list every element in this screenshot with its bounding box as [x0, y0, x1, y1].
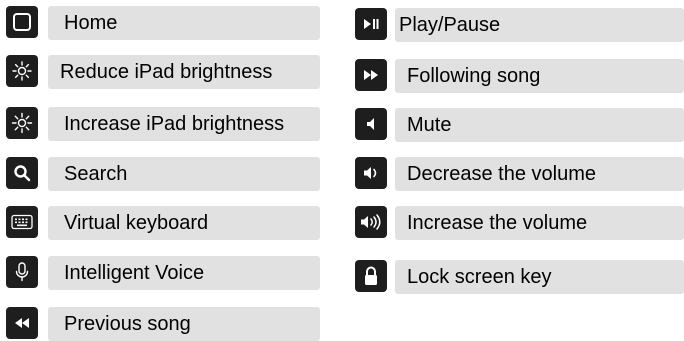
key-row-virtual-keyboard: Virtual keyboard: [6, 206, 320, 240]
rewind-icon: [6, 307, 38, 339]
key-label: Following song: [395, 59, 684, 93]
home-square-icon: [6, 6, 38, 38]
key-label: Lock screen key: [395, 260, 684, 294]
key-row-search: Search: [6, 157, 320, 191]
fast-forward-icon: [355, 59, 387, 91]
key-row-previous-song: Previous song: [6, 307, 320, 341]
key-row-reduce-brightness: Reduce iPad brightness: [6, 55, 320, 89]
search-icon: [6, 157, 38, 189]
key-label: Reduce iPad brightness: [48, 55, 320, 89]
volume-down-icon: [355, 157, 387, 189]
key-row-increase-brightness: Increase iPad brightness: [6, 107, 320, 141]
key-label: Increase iPad brightness: [48, 107, 320, 141]
key-label: Virtual keyboard: [48, 206, 320, 240]
key-row-decrease-volume: Decrease the volume: [355, 157, 684, 191]
key-label: Decrease the volume: [395, 157, 684, 191]
key-row-home: Home: [6, 6, 320, 40]
key-label: Mute: [395, 108, 684, 142]
key-row-mute: Mute: [355, 108, 684, 142]
brightness-up-icon: [6, 107, 38, 139]
key-row-following-song: Following song: [355, 59, 684, 93]
play-pause-icon: [355, 8, 387, 40]
microphone-icon: [6, 256, 38, 288]
key-label: Intelligent Voice: [48, 256, 320, 290]
keyboard-icon: [6, 206, 38, 238]
key-row-play-pause: Play/Pause: [355, 8, 684, 42]
key-label: Home: [48, 6, 320, 40]
key-label: Increase the volume: [395, 206, 684, 240]
mute-icon: [355, 108, 387, 140]
lock-icon: [355, 260, 387, 292]
key-row-lock-screen: Lock screen key: [355, 260, 684, 294]
key-row-intelligent-voice: Intelligent Voice: [6, 256, 320, 290]
key-label: Previous song: [48, 307, 320, 341]
key-label: Play/Pause: [395, 8, 684, 42]
key-row-increase-volume: Increase the volume: [355, 206, 684, 240]
volume-up-icon: [355, 206, 387, 238]
brightness-down-icon: [6, 55, 38, 87]
key-label: Search: [48, 157, 320, 191]
